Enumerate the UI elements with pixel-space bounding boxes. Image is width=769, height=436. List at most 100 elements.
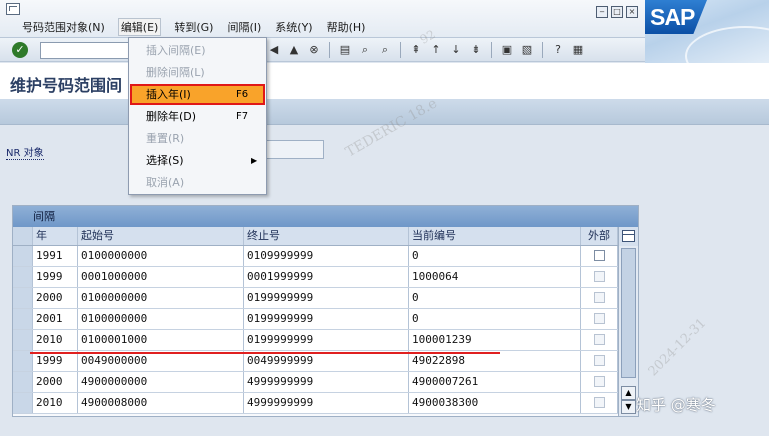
cell-year: 2000 — [33, 288, 78, 308]
column-header-to[interactable]: 终止号 — [244, 227, 409, 245]
menu-interval[interactable]: 间隔(I) — [227, 19, 261, 35]
cell-from: 4900000000 — [78, 372, 244, 392]
row-selector[interactable] — [13, 267, 33, 287]
menu-item-label: 删除年(D) — [146, 110, 197, 123]
column-settings[interactable] — [618, 227, 638, 246]
minimize-icon[interactable]: ‒ — [596, 6, 608, 18]
cell-external — [581, 330, 618, 350]
external-checkbox[interactable] — [593, 292, 605, 303]
scroll-down-icon[interactable]: ▼ — [621, 400, 636, 414]
menu-item-shortcut: F7 — [236, 111, 249, 122]
column-header-external[interactable]: 外部 — [581, 227, 618, 245]
table-row[interactable]: 1999 0001000000 0001999999 1000064 — [13, 267, 638, 288]
menu-edit[interactable]: 编辑(E) — [117, 18, 162, 36]
menu-item-insert-year[interactable]: 插入年(I) F6 — [130, 84, 265, 105]
prev-page-icon[interactable]: ↑ — [428, 42, 444, 58]
row-selector[interactable] — [13, 372, 33, 392]
cell-to: 0199999999 — [244, 309, 409, 329]
external-checkbox[interactable] — [593, 334, 605, 345]
row-selector[interactable] — [13, 246, 33, 266]
table-rows: 1991 0100000000 0109999999 0 1999 0001000000 0… — [13, 246, 638, 414]
shortcut-icon[interactable]: ▧ — [519, 42, 535, 58]
table-row[interactable]: 1999 0049000000 0049999999 49022898 — [13, 351, 638, 372]
enter-icon[interactable]: ✓ — [12, 42, 28, 58]
submenu-arrow-icon: ▶ — [251, 156, 258, 165]
table-row[interactable]: 2001 0100000000 0199999999 0 — [13, 309, 638, 330]
menu-help[interactable]: 帮助(H) — [327, 19, 366, 35]
external-checkbox[interactable] — [593, 376, 605, 387]
toolbar-icons: ◀ ▲ ⊗ ▤ ⌕ ⌕ ⇞ ↑ ↓ ⇟ ▣ ▧ ? ▦ — [266, 42, 586, 58]
first-page-icon[interactable]: ⇞ — [408, 42, 424, 58]
menu-item-reset[interactable]: 重置(R) — [130, 128, 265, 149]
scrollbar-thumb[interactable] — [621, 248, 636, 378]
table-row[interactable]: 2010 4900008000 4999999999 4900038300 — [13, 393, 638, 414]
external-checkbox[interactable] — [593, 313, 605, 324]
back-icon[interactable]: ◀ — [266, 42, 282, 58]
new-session-icon[interactable]: ▣ — [499, 42, 515, 58]
row-selector[interactable] — [13, 330, 33, 350]
external-checkbox[interactable] — [593, 271, 605, 282]
cell-to: 0049999999 — [244, 351, 409, 371]
table-row[interactable]: 2000 4900000000 4999999999 4900007261 — [13, 372, 638, 393]
help-icon[interactable]: ? — [550, 42, 566, 58]
cell-current: 4900038300 — [409, 393, 581, 413]
row-selector[interactable] — [13, 309, 33, 329]
row-selector[interactable] — [13, 393, 33, 413]
find-next-icon[interactable]: ⌕ — [377, 42, 393, 58]
cell-year: 1999 — [33, 351, 78, 371]
scroll-up-icon[interactable]: ▲ — [621, 386, 636, 400]
menu-goto[interactable]: 转到(G) — [174, 19, 213, 35]
print-icon[interactable]: ▤ — [337, 42, 353, 58]
cell-year: 1991 — [33, 246, 78, 266]
menu-item-delete-year[interactable]: 删除年(D) F7 — [130, 106, 265, 127]
external-checkbox[interactable] — [593, 250, 605, 261]
next-page-icon[interactable]: ↓ — [448, 42, 464, 58]
table-row[interactable]: 1991 0100000000 0109999999 0 — [13, 246, 638, 267]
cell-external — [581, 351, 618, 371]
last-page-icon[interactable]: ⇟ — [468, 42, 484, 58]
system-menu-icon[interactable] — [6, 3, 20, 15]
cell-year: 2001 — [33, 309, 78, 329]
annotation-underline — [30, 352, 500, 354]
exit-icon[interactable]: ▲ — [286, 42, 302, 58]
close-icon[interactable]: × — [626, 6, 638, 18]
external-checkbox[interactable] — [593, 355, 605, 366]
table-header: 年 起始号 终止号 当前编号 外部 — [13, 227, 638, 246]
row-selector[interactable] — [13, 351, 33, 371]
menu-item-cancel[interactable]: 取消(A) — [130, 172, 265, 193]
table-row[interactable]: 2000 0100000000 0199999999 0 — [13, 288, 638, 309]
cell-year: 2000 — [33, 372, 78, 392]
menu-item-label: 插入年(I) — [146, 88, 191, 101]
maximize-icon[interactable]: □ — [611, 6, 623, 18]
cell-external — [581, 372, 618, 392]
table-settings-icon — [622, 230, 635, 242]
menu-item-label: 取消(A) — [146, 176, 185, 189]
find-icon[interactable]: ⌕ — [357, 42, 373, 58]
command-field[interactable] — [40, 42, 130, 59]
menu-item-insert-interval[interactable]: 插入间隔(E) — [130, 40, 265, 61]
cell-from: 0100001000 — [78, 330, 244, 350]
column-header-from[interactable]: 起始号 — [78, 227, 244, 245]
cell-from: 0100000000 — [78, 246, 244, 266]
column-header-current[interactable]: 当前编号 — [409, 227, 581, 245]
layout-icon[interactable]: ▦ — [570, 42, 586, 58]
vertical-scrollbar[interactable]: ▲ ▼ — [618, 246, 638, 416]
select-all-icon[interactable] — [13, 227, 33, 245]
table-row[interactable]: 2010 0100001000 0199999999 100001239 — [13, 330, 638, 351]
interval-table: 间隔 年 起始号 终止号 当前编号 外部 1991 0100000000 01099… — [12, 205, 639, 417]
external-checkbox[interactable] — [593, 397, 605, 408]
column-header-year[interactable]: 年 — [33, 227, 78, 245]
nr-object-label[interactable]: NR 对象 — [6, 144, 44, 160]
cell-year: 2010 — [33, 393, 78, 413]
cancel-icon[interactable]: ⊗ — [306, 42, 322, 58]
menu-item-delete-interval[interactable]: 删除间隔(L) — [130, 62, 265, 83]
menu-system[interactable]: 系统(Y) — [275, 19, 312, 35]
nr-object-field — [260, 140, 324, 159]
menu-item-label: 重置(R) — [146, 132, 185, 145]
menu-number-range-object[interactable]: 号码范围对象(N) — [22, 19, 105, 35]
cell-current: 0 — [409, 288, 581, 308]
menu-item-select[interactable]: 选择(S) ▶ — [130, 150, 265, 171]
cell-from: 0001000000 — [78, 267, 244, 287]
sap-logo-text: SAP — [650, 4, 695, 30]
row-selector[interactable] — [13, 288, 33, 308]
